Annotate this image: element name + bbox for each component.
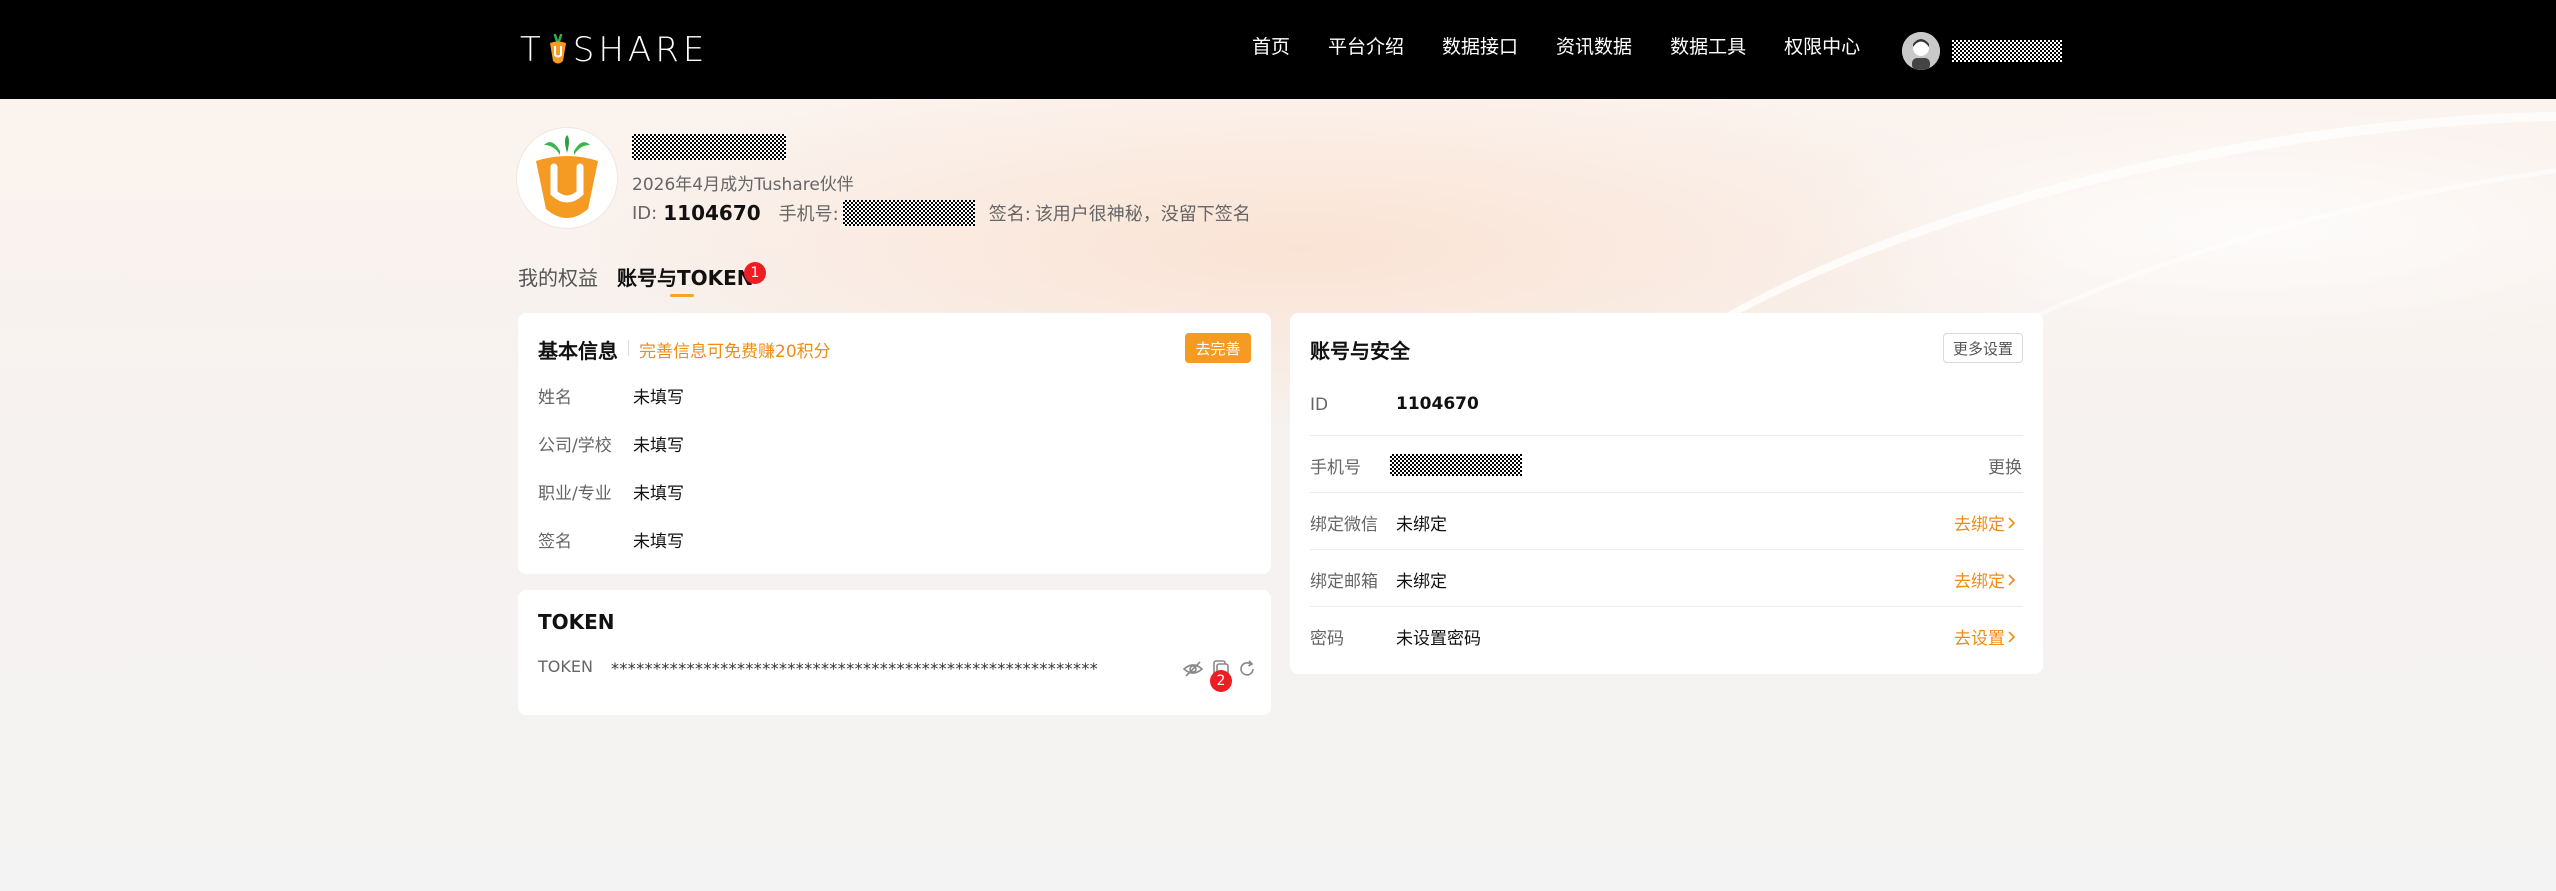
chevron-right-icon xyxy=(2008,573,2016,586)
token-title: TOKEN xyxy=(538,610,615,634)
wechat-label: 绑定微信 xyxy=(1310,515,1378,535)
password-value: 未设置密码 xyxy=(1396,629,1481,649)
account-security-card: 账号与安全 更多设置 ID 1104670 手机号 更换 绑定微信 未绑定 去绑… xyxy=(1290,313,2043,674)
tushare-logo[interactable]: T SHARE xyxy=(520,30,708,70)
name-label: 姓名 xyxy=(538,388,572,408)
name-value: 未填写 xyxy=(633,388,684,408)
id-label: ID: xyxy=(632,202,658,224)
profile-id-line: ID: 1104670 手机号: 签名: 该用户很神秘，没留下签名 xyxy=(632,200,1251,226)
nav-item-data-api[interactable]: 数据接口 xyxy=(1442,32,1518,59)
occupation-label: 职业/专业 xyxy=(538,484,612,504)
password-label: 密码 xyxy=(1310,629,1344,649)
security-id-label: ID xyxy=(1310,395,1329,415)
logo-text-right: SHARE xyxy=(572,30,709,70)
chevron-right-icon xyxy=(2008,516,2016,529)
company-value: 未填写 xyxy=(633,436,684,456)
carrot-logo-icon xyxy=(547,33,569,67)
id-value: 1104670 xyxy=(663,201,761,225)
logo-text-left: T xyxy=(520,30,545,70)
security-id-value: 1104670 xyxy=(1396,394,1479,414)
copy-badge: 2 xyxy=(1210,670,1232,692)
row-divider xyxy=(1310,606,2023,607)
token-value-masked: ****************************************… xyxy=(611,659,1099,678)
signature-label-row: 签名 xyxy=(538,532,572,552)
member-since: 2026年4月成为Tushare伙伴 xyxy=(632,175,854,195)
security-title: 账号与安全 xyxy=(1310,339,1410,363)
security-phone-redacted xyxy=(1390,454,1522,476)
bind-email-label: 去绑定 xyxy=(1954,572,2005,592)
change-phone-link[interactable]: 更换 xyxy=(1988,453,2022,478)
profile-tabs: 我的权益 账号与TOKEN xyxy=(518,262,773,297)
row-divider xyxy=(1310,435,2023,436)
tab-badge: 1 xyxy=(744,262,766,284)
user-avatar-small[interactable] xyxy=(1902,32,1940,70)
refresh-icon[interactable] xyxy=(1236,658,1258,680)
title-divider xyxy=(628,340,629,356)
complete-info-button[interactable]: 去完善 xyxy=(1185,333,1251,363)
basic-info-card: 基本信息 完善信息可免费赚20积分 去完善 姓名 未填写 公司/学校 未填写 职… xyxy=(518,313,1271,574)
signature-value-row: 未填写 xyxy=(633,532,684,552)
nav-item-data-tools[interactable]: 数据工具 xyxy=(1670,32,1746,59)
email-value: 未绑定 xyxy=(1396,572,1447,592)
row-divider xyxy=(1310,549,2023,550)
username-redacted xyxy=(1952,40,2062,62)
eye-off-icon[interactable] xyxy=(1182,658,1204,680)
wechat-value: 未绑定 xyxy=(1396,515,1447,535)
user-menu[interactable] xyxy=(1902,32,2062,70)
row-divider xyxy=(1310,492,2023,493)
email-label: 绑定邮箱 xyxy=(1310,572,1378,592)
token-card: TOKEN TOKEN ****************************… xyxy=(518,590,1271,715)
nav-item-platform[interactable]: 平台介绍 xyxy=(1328,32,1404,59)
chevron-right-icon xyxy=(2008,630,2016,643)
set-password-label: 去设置 xyxy=(1954,629,2005,649)
tab-my-benefits[interactable]: 我的权益 xyxy=(518,262,598,291)
main-nav: 首页 平台介绍 数据接口 资讯数据 数据工具 权限中心 xyxy=(1252,32,1898,59)
profile-username-redacted xyxy=(632,134,786,160)
bind-wechat-link[interactable]: 去绑定 xyxy=(1954,510,2017,535)
nav-item-news-data[interactable]: 资讯数据 xyxy=(1556,32,1632,59)
profile-avatar xyxy=(517,128,617,228)
token-label: TOKEN xyxy=(538,657,593,676)
signature-value: 该用户很神秘，没留下签名 xyxy=(1034,204,1251,225)
security-phone-label: 手机号 xyxy=(1310,458,1361,478)
tab-account-token[interactable]: 账号与TOKEN xyxy=(617,262,754,297)
top-navbar: T SHARE 首页 平台介绍 数据接口 资讯数据 数据工具 权限中心 xyxy=(0,0,2556,99)
bind-email-link[interactable]: 去绑定 xyxy=(1954,567,2017,592)
set-password-link[interactable]: 去设置 xyxy=(1954,624,2017,649)
basic-info-hint: 完善信息可免费赚20积分 xyxy=(639,342,831,362)
occupation-value: 未填写 xyxy=(633,484,684,504)
nav-item-home[interactable]: 首页 xyxy=(1252,32,1290,59)
nav-item-permissions[interactable]: 权限中心 xyxy=(1784,32,1860,59)
company-label: 公司/学校 xyxy=(538,436,612,456)
basic-info-title: 基本信息 xyxy=(538,339,618,363)
bind-wechat-label: 去绑定 xyxy=(1954,515,2005,535)
phone-label: 手机号: xyxy=(778,204,839,225)
more-settings-button[interactable]: 更多设置 xyxy=(1943,333,2023,363)
carrot-avatar-icon xyxy=(536,135,598,218)
phone-redacted xyxy=(842,200,975,226)
signature-label: 签名: xyxy=(988,204,1031,225)
